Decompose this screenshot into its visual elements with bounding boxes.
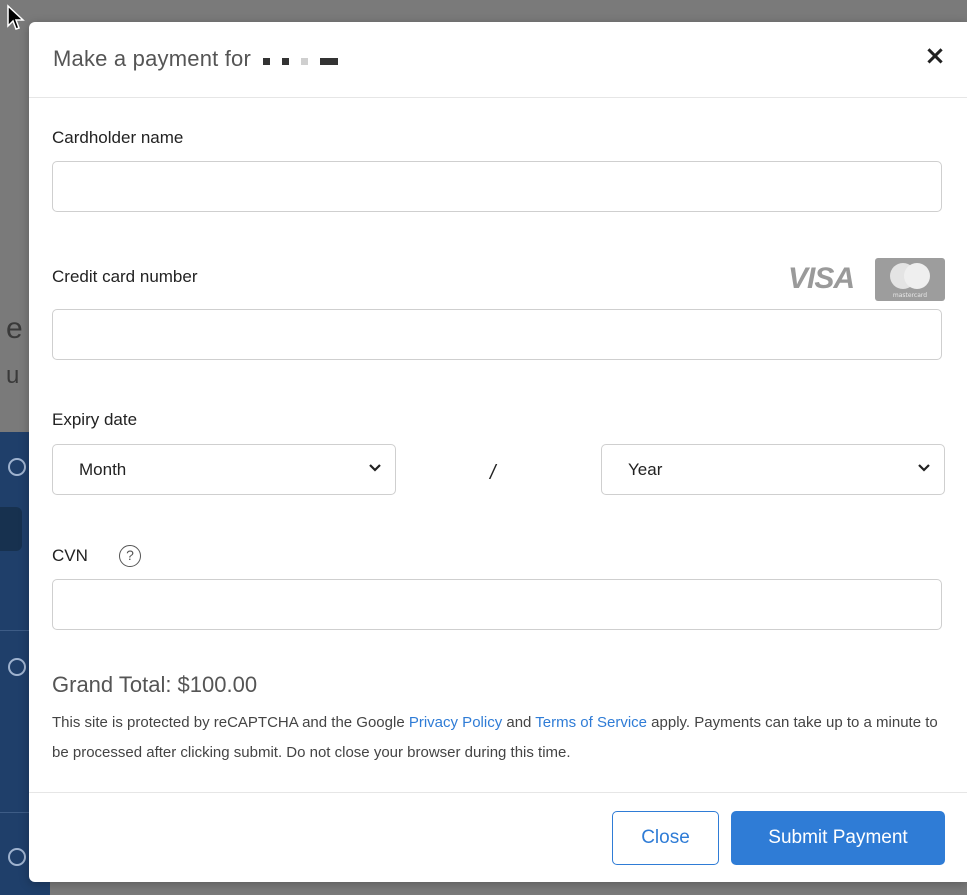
submit-payment-button[interactable]: Submit Payment: [731, 811, 945, 865]
expiry-month-value: Month: [79, 460, 127, 479]
modal-title-text: Make a payment for: [53, 46, 252, 71]
sidebar-active-tab: [0, 507, 22, 551]
cardholder-name-label: Cardholder name: [52, 128, 184, 147]
question-icon[interactable]: ?: [119, 545, 141, 567]
sidebar-divider: [0, 630, 30, 631]
user-icon: [8, 458, 26, 476]
background-text-fragment: e: [6, 312, 23, 345]
close-button[interactable]: Close: [612, 811, 719, 865]
sidebar-divider: [0, 812, 30, 813]
cvn-input[interactable]: [53, 580, 941, 629]
mastercard-text: mastercard: [893, 292, 927, 299]
credit-card-number-field[interactable]: [52, 309, 942, 360]
privacy-policy-link[interactable]: Privacy Policy: [409, 714, 502, 731]
mouse-cursor-icon: [7, 4, 25, 30]
users-icon: [8, 658, 26, 676]
cardholder-name-input[interactable]: [53, 162, 941, 211]
chevron-down-icon: [369, 464, 381, 472]
cvn-label: CVN: [52, 546, 88, 565]
expiry-separator: /: [490, 462, 496, 484]
cvn-field[interactable]: [52, 579, 942, 630]
expiry-year-value: Year: [628, 460, 663, 479]
chevron-down-icon: [918, 464, 930, 472]
background-text-fragment: u: [6, 362, 20, 389]
expiry-month-select[interactable]: Month: [52, 444, 396, 495]
grand-total: Grand Total: $100.00: [52, 672, 258, 697]
notice-text: This site is protected by reCAPTCHA and …: [52, 714, 409, 731]
mastercard-logo: mastercard: [875, 258, 945, 301]
info-icon: [8, 848, 26, 866]
modal-footer: Close Submit Payment: [29, 792, 967, 883]
expiry-year-select[interactable]: Year: [601, 444, 945, 495]
credit-card-number-input[interactable]: [53, 310, 941, 359]
modal-title: Make a payment for: [53, 46, 350, 73]
recaptcha-notice: This site is protected by reCAPTCHA and …: [52, 708, 942, 768]
redacted-name: [263, 47, 350, 73]
cardholder-name-field[interactable]: [52, 161, 942, 212]
close-icon[interactable]: ×: [923, 43, 947, 69]
visa-logo: VISA: [788, 262, 855, 295]
notice-text: and: [502, 714, 536, 731]
expiry-date-label: Expiry date: [52, 410, 138, 429]
credit-card-number-label: Credit card number: [52, 267, 198, 286]
terms-of-service-link[interactable]: Terms of Service: [535, 714, 647, 731]
modal-header: Make a payment for ×: [29, 22, 967, 98]
payment-modal: Make a payment for × Cardholder name Cre…: [29, 22, 967, 882]
